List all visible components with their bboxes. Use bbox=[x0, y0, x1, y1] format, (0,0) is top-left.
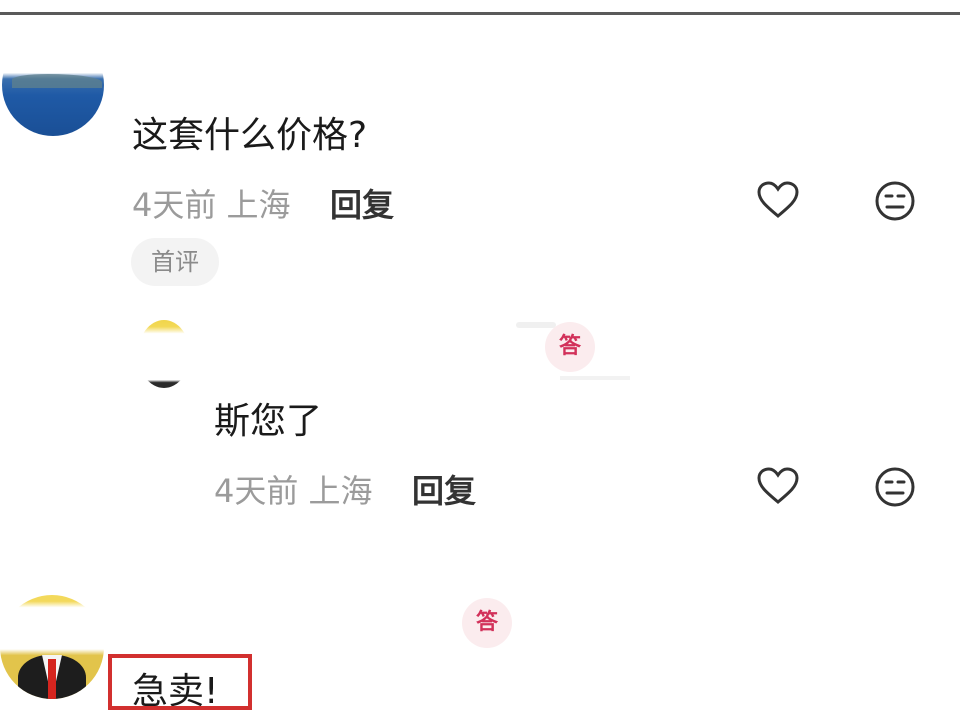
avatar-landscape bbox=[12, 74, 102, 88]
comment-location: 上海 bbox=[308, 472, 373, 510]
top-divider bbox=[0, 12, 960, 15]
blurred-line bbox=[560, 376, 630, 380]
reply-button[interactable]: 回复 bbox=[412, 466, 476, 512]
user-avatar[interactable] bbox=[0, 595, 104, 699]
first-comment-badge: 首评 bbox=[131, 238, 219, 286]
heart-outline-icon[interactable] bbox=[756, 466, 800, 510]
blurred-username bbox=[516, 322, 556, 328]
avatar-tie bbox=[48, 659, 56, 699]
author-tag: 答 bbox=[545, 322, 595, 372]
neutral-face-icon[interactable] bbox=[874, 180, 916, 226]
comment-meta: 4天前 上海 bbox=[132, 180, 291, 226]
comment-text: 这套什么价格? bbox=[132, 115, 368, 156]
comment-meta: 4天前 上海 bbox=[214, 466, 373, 512]
user-avatar[interactable] bbox=[2, 34, 104, 136]
comment-time: 4天前 bbox=[214, 472, 299, 510]
comment-time: 4天前 bbox=[132, 186, 217, 224]
comment-location: 上海 bbox=[226, 186, 291, 224]
reply-button[interactable]: 回复 bbox=[330, 180, 394, 226]
neutral-face-icon[interactable] bbox=[874, 466, 916, 512]
comment-text: 斯您了 bbox=[214, 401, 323, 442]
heart-outline-icon[interactable] bbox=[756, 180, 800, 224]
user-avatar[interactable] bbox=[138, 320, 190, 388]
author-tag: 答 bbox=[462, 598, 512, 648]
